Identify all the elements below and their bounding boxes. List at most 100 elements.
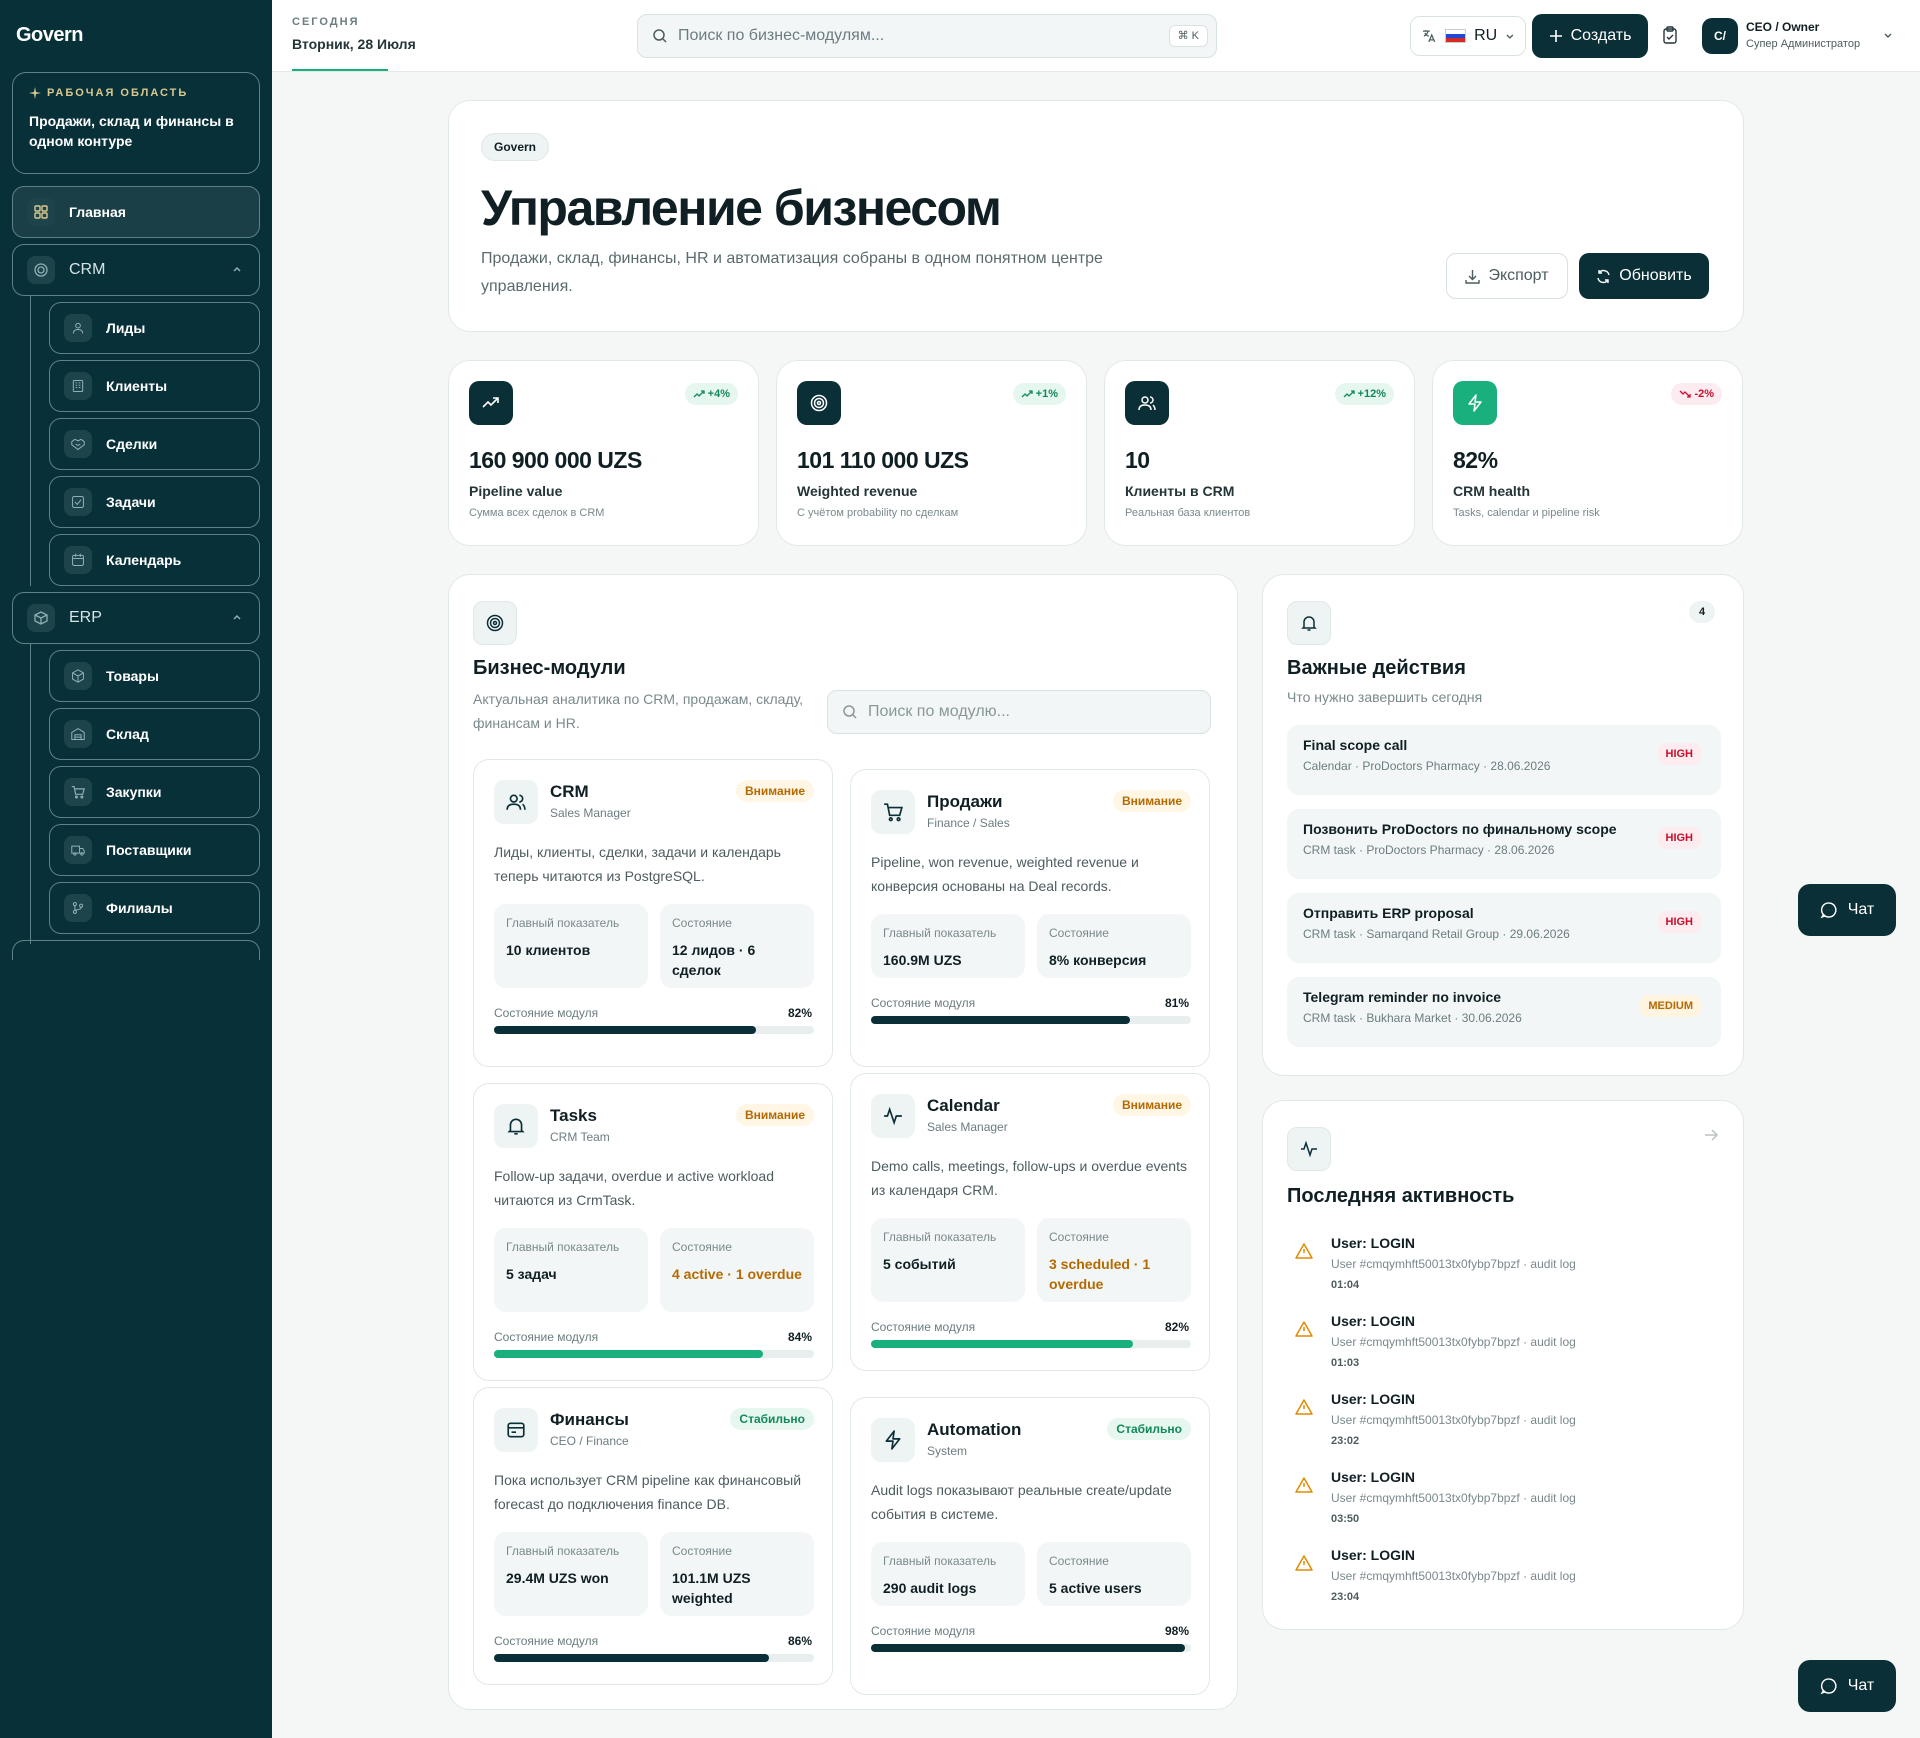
users-icon [1138,396,1156,411]
stat-card[interactable]: +4% 160 900 000 UZS Pipeline value Сумма вс… [448,360,759,546]
create-button[interactable]: Создать [1532,14,1648,58]
chat-icon [1820,1678,1837,1695]
activity-time: 23:04 [1331,1591,1360,1603]
sidebar-item-erp-3[interactable]: Поставщики [49,824,260,876]
module-role: CEO / Finance [550,1434,629,1448]
metric-value: 29.4M UZS won [506,1570,609,1586]
activity-item[interactable]: User: LOGIN User #cmqymhft50013tx0fybp7bp… [1287,1547,1727,1617]
activity-item[interactable]: User: LOGIN User #cmqymhft50013tx0fybp7bp… [1287,1313,1727,1383]
arrow-right-icon[interactable] [1703,1127,1719,1143]
stat-icon-wrap [469,381,513,425]
chevron-down-icon[interactable] [1882,30,1894,42]
module-main-metric: Главный показатель 5 событий [871,1218,1025,1302]
module-role: System [927,1444,968,1458]
chevron-down-icon [1506,34,1514,39]
today-date: Вторник, 28 Июля [292,36,416,52]
module-card[interactable]: Финансы CEO / Finance Стабильно Пока исполь… [473,1387,833,1685]
module-icon-wrap [494,1408,538,1452]
module-card[interactable]: Tasks CRM Team Внимание Follow-up задачи, o… [473,1083,833,1381]
activity-item[interactable]: User: LOGIN User #cmqymhft50013tx0fybp7bp… [1287,1391,1727,1461]
module-search-input[interactable]: Поиск по модулю... [827,690,1211,734]
action-item[interactable]: Final scope call Calendar · ProDoctors Ph… [1287,725,1721,795]
activity-item[interactable]: User: LOGIN User #cmqymhft50013tx0fybp7bp… [1287,1469,1727,1539]
tree-line [30,296,31,586]
module-card[interactable]: CRM Sales Manager Внимание Лиды, клиенты, с… [473,759,833,1067]
wallet-icon [507,1422,525,1438]
module-progress-fill [494,1350,763,1358]
sidebar-item-label: Филиалы [106,900,173,916]
metric-label: Главный показатель [506,1544,620,1558]
stat-card[interactable]: -2% 82% CRM health Tasks, calendar и pipeli… [1432,360,1743,546]
module-health-label: Состояние модуля [871,996,976,1010]
action-item[interactable]: Позвонить ProDoctors по финальному scope… [1287,809,1721,879]
sidebar-item-erp-1[interactable]: Склад [49,708,260,760]
module-main-metric: Главный показатель 290 audit logs [871,1542,1025,1606]
module-card[interactable]: Automation System Стабильно Audit logs пока… [850,1397,1210,1695]
sidebar-group-crm[interactable]: CRM [12,244,260,296]
user-name[interactable]: CEO / Owner [1746,20,1819,34]
sidebar-item-erp-4[interactable]: Филиалы [49,882,260,934]
action-item[interactable]: Отправить ERP proposal CRM task · Samarqa… [1287,893,1721,963]
sidebar-item-home[interactable]: Главная [12,186,260,238]
module-title: CRM [550,782,589,801]
module-status-badge: Стабильно [1107,1418,1191,1440]
module-card[interactable]: Продажи Finance / Sales Внимание Pipeline, … [850,769,1210,1067]
global-search[interactable]: Поиск по бизнес-модулям... ⌘ K [637,14,1217,58]
refresh-label: Обновить [1619,267,1692,284]
building-icon [72,380,84,392]
sidebar-item-crm-3[interactable]: Задачи [49,476,260,528]
search-placeholder: Поиск по бизнес-модулям... [678,27,885,44]
workspace-card[interactable]: РАБОЧАЯ ОБЛАСТЬ Продажи, склад и финансы… [12,72,260,174]
sidebar-item-erp-2[interactable]: Закупки [49,766,260,818]
search-shortcut: ⌘ K [1168,25,1208,47]
stat-card[interactable]: +1% 101 110 000 UZS Weighted revenue С учёт… [776,360,1087,546]
module-desc: Пока использует CRM pipeline как финансо… [494,1472,802,1512]
export-button[interactable]: Экспорт [1446,253,1568,299]
module-state-metric: Состояние 4 active · 1 overdue [660,1228,814,1312]
activity-time: 03:50 [1331,1513,1360,1525]
stat-change: +12% [1334,383,1394,405]
clipboard-check-icon[interactable] [1662,26,1678,44]
action-item[interactable]: Telegram reminder по invoice CRM task · B… [1287,977,1721,1047]
sidebar-item-crm-1[interactable]: Клиенты [49,360,260,412]
activity-title: User: LOGIN [1331,1469,1416,1485]
brand-logo[interactable]: Govern [16,24,84,47]
chat-button-bottom[interactable]: Чат [1798,1660,1896,1712]
stat-change-value: +4% [707,388,730,400]
stat-name: CRM health [1453,483,1530,499]
metric-value: 4 active · 1 overdue [672,1266,802,1282]
metric-value: 5 задач [506,1266,557,1282]
sidebar-item-partial[interactable] [12,940,260,960]
module-health-value: 84% [787,1330,812,1344]
plus-icon [1549,30,1562,42]
sidebar-group-erp[interactable]: ERP [12,592,260,644]
target-icon [27,256,55,284]
hero-card: Govern Управление бизнесом Продажи, скла… [448,100,1744,332]
warning-icon [1295,1243,1313,1259]
branch-icon [72,902,84,914]
bell-icon [507,1118,525,1135]
module-icon-wrap [871,790,915,834]
activity-title: User: LOGIN [1331,1313,1416,1329]
metric-value: 160.9M UZS [883,952,962,968]
refresh-button[interactable]: Обновить [1579,253,1709,299]
activity-title: Последняя активность [1287,1185,1515,1207]
module-progress-fill [871,1016,1131,1024]
chat-button[interactable]: Чат [1798,884,1896,936]
module-card[interactable]: Calendar Sales Manager Внимание Demo calls,… [850,1073,1210,1371]
stat-value: 101 110 000 UZS [797,447,969,473]
activity-icon [884,1106,902,1126]
sidebar-item-crm-4[interactable]: Календарь [49,534,260,586]
sidebar-item-crm-0[interactable]: Лиды [49,302,260,354]
target-icon [810,394,828,412]
sidebar-item-erp-0[interactable]: Товары [49,650,260,702]
metric-value: 290 audit logs [883,1580,977,1596]
sidebar-item-crm-2[interactable]: Сделки [49,418,260,470]
language-select[interactable]: RU [1410,16,1526,56]
warning-icon [1295,1321,1313,1337]
avatar[interactable]: C/ [1702,18,1738,54]
activity-meta: User #cmqymhft50013tx0fybp7bpzf · audit … [1331,1257,1576,1271]
stat-card[interactable]: +12% 10 Клиенты в CRM Реальная база клиенто… [1104,360,1415,546]
activity-meta: User #cmqymhft50013tx0fybp7bpzf · audit … [1331,1569,1576,1583]
activity-item[interactable]: User: LOGIN User #cmqymhft50013tx0fybp7bp… [1287,1235,1727,1305]
